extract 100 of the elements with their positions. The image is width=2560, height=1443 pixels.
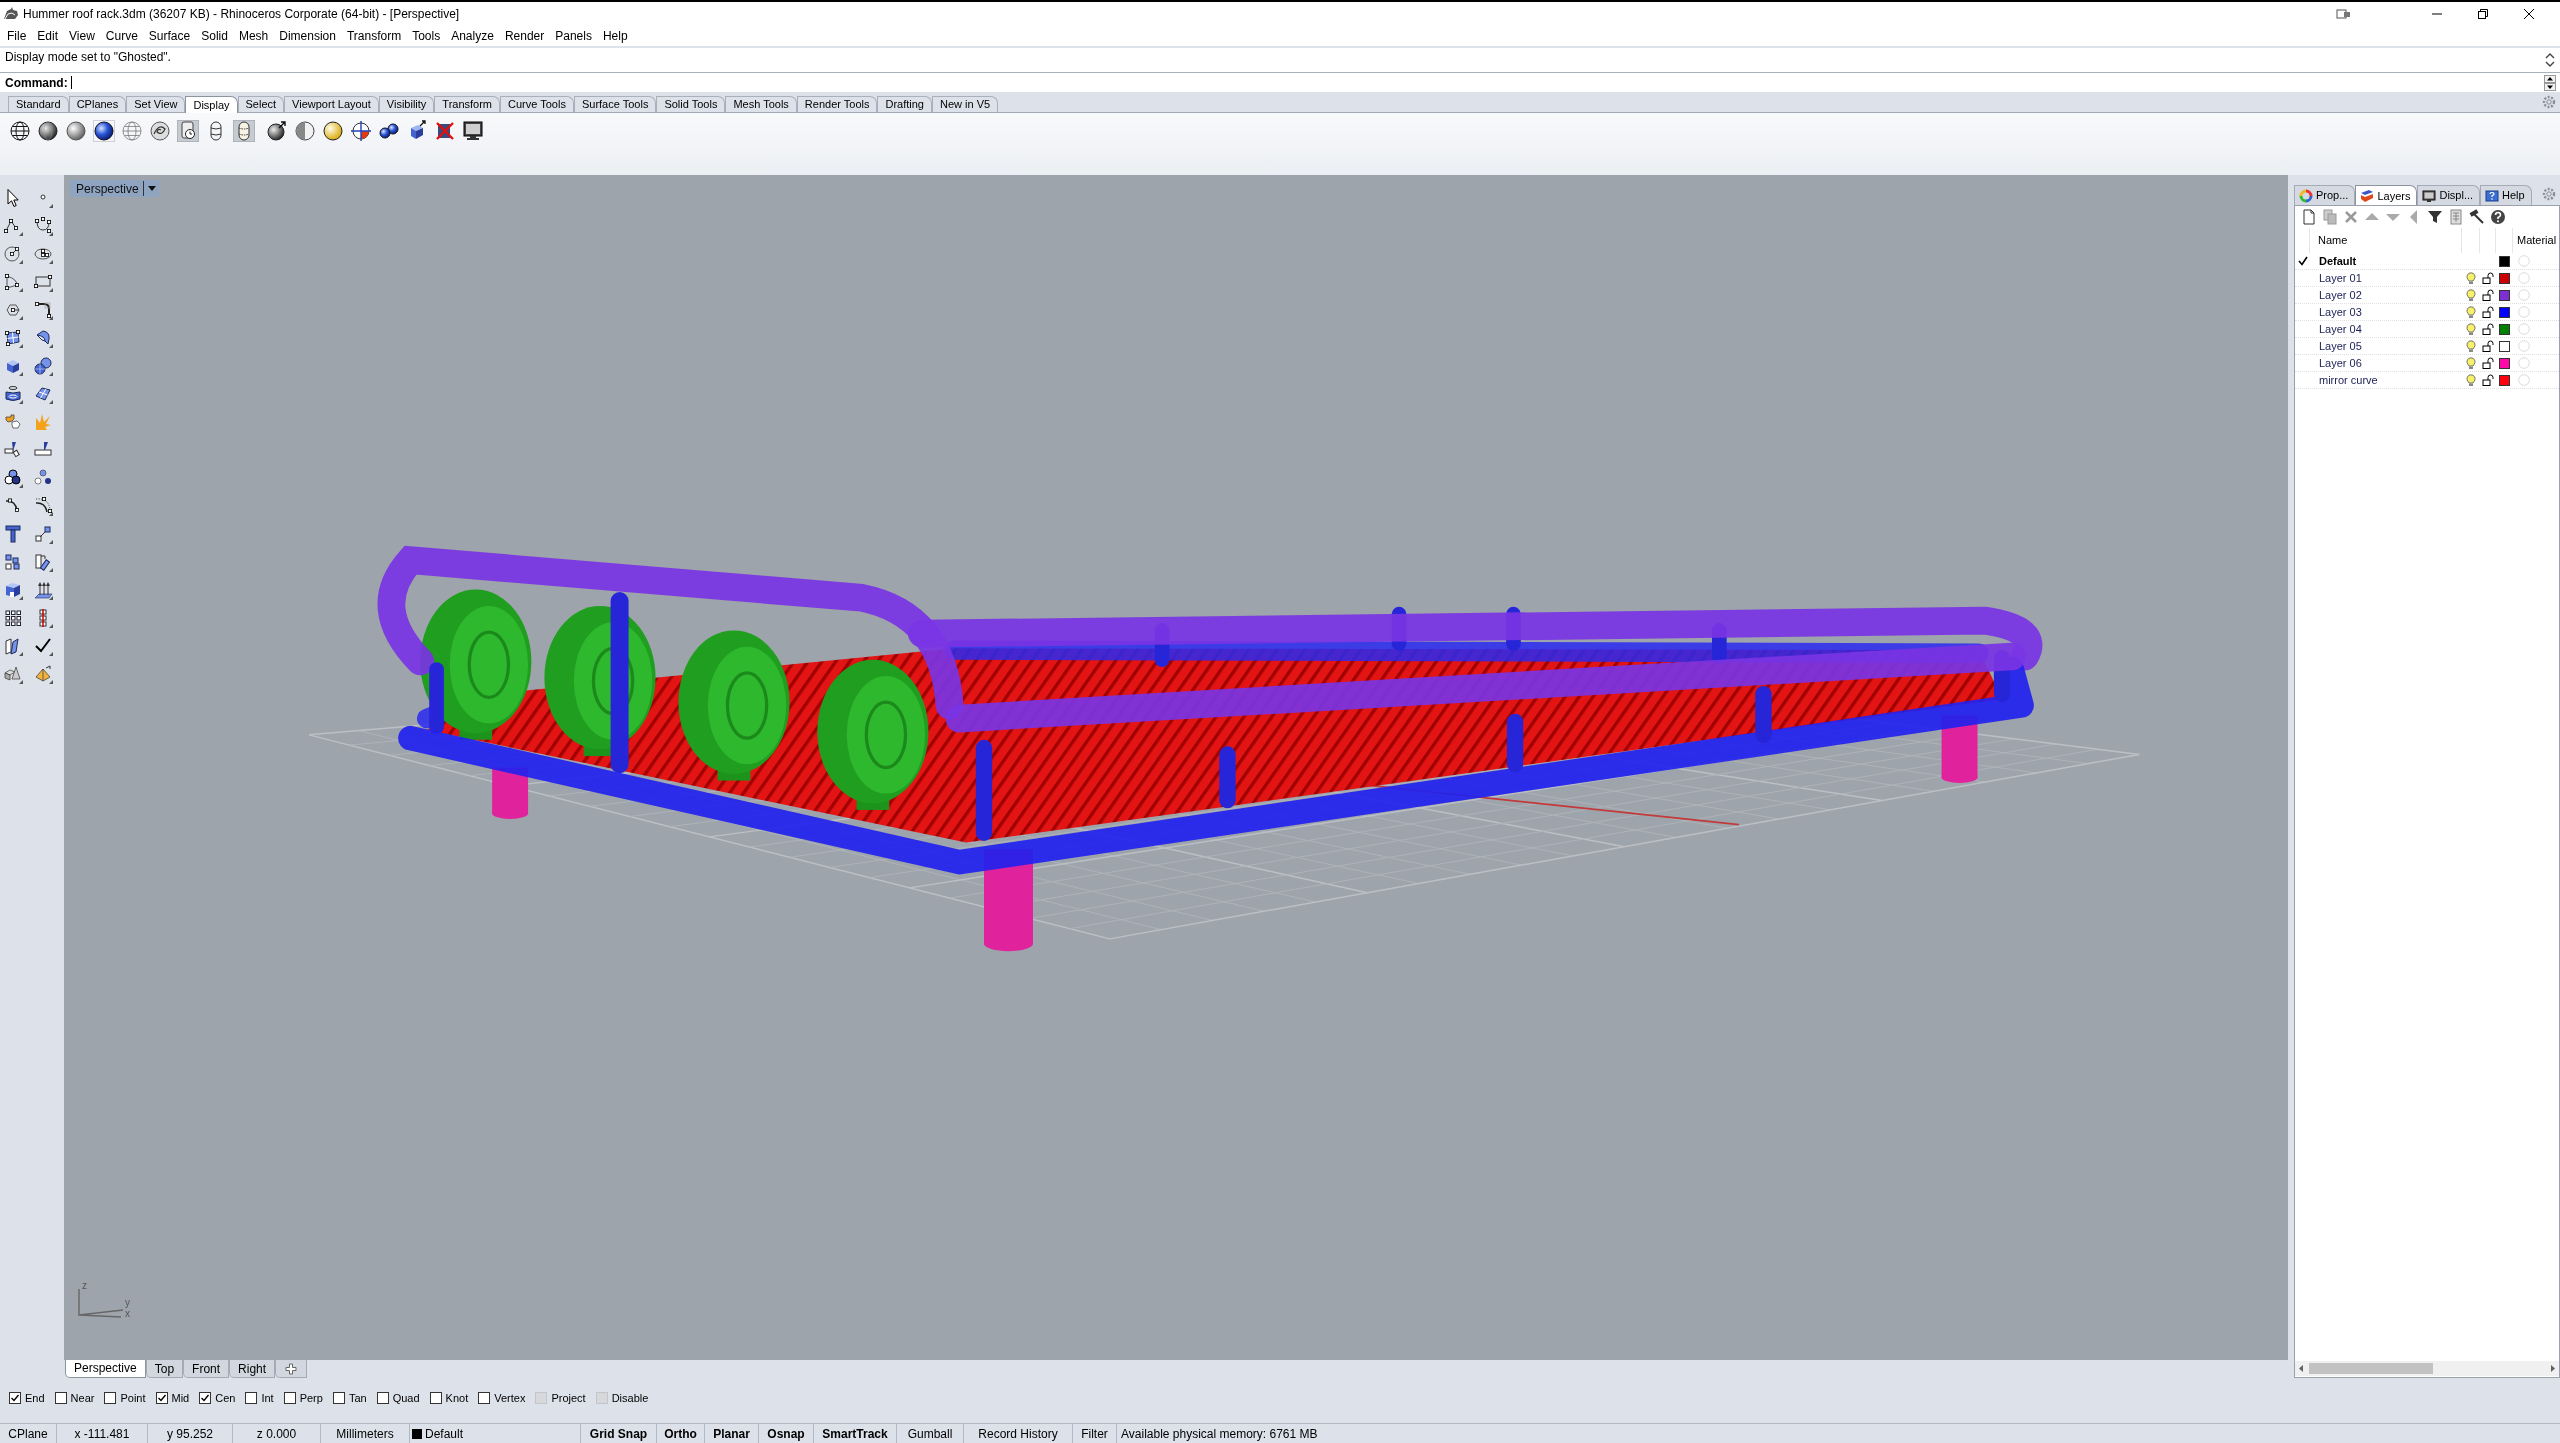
status-toggle[interactable]: SmartTrack	[814, 1424, 897, 1443]
checkbox[interactable]	[376, 1392, 389, 1404]
menu-item[interactable]: Render	[504, 27, 545, 45]
spin-up-icon[interactable]	[2544, 74, 2556, 83]
viewport-tab[interactable]: Top	[145, 1360, 184, 1378]
open-lock-icon[interactable]	[2482, 306, 2494, 318]
layers-icon[interactable]	[2360, 189, 2375, 203]
layer-name[interactable]: Layer 05	[2310, 340, 2462, 352]
help-book-icon[interactable]	[2485, 188, 2500, 203]
status-toggle[interactable]: Gumball	[897, 1424, 964, 1443]
lightbulb-icon[interactable]	[2466, 356, 2476, 370]
layer-name[interactable]: Layer 01	[2310, 272, 2462, 284]
arc-icon[interactable]	[3, 272, 23, 292]
toolbar-tab[interactable]: Surface Tools	[573, 96, 657, 112]
offset-curve-icon[interactable]	[33, 496, 53, 516]
toolbar-tab[interactable]: Drafting	[877, 96, 932, 112]
lightbulb-icon[interactable]	[2466, 373, 2476, 387]
status-toggle[interactable]: Grid Snap	[581, 1424, 657, 1443]
rendered-sphere-icon[interactable]	[93, 120, 115, 142]
checkbox[interactable]	[104, 1392, 117, 1404]
menu-item[interactable]: Help	[602, 27, 628, 45]
chevron-down-icon[interactable]	[2545, 61, 2555, 68]
panel-tab[interactable]: Displ...	[2417, 185, 2481, 205]
rotate-rectangle-icon[interactable]	[33, 552, 53, 572]
toolbar-tab[interactable]: Transform	[434, 96, 501, 112]
capsule-icon[interactable]	[233, 120, 255, 142]
toolbar-tab[interactable]: Select	[237, 96, 285, 112]
menu-item[interactable]: Surface	[148, 27, 191, 45]
panel-tab[interactable]: Prop...	[2294, 185, 2356, 205]
menu-item[interactable]: Curve	[105, 27, 138, 45]
status-toggle[interactable]: Ortho	[657, 1424, 705, 1443]
color-swatch-icon[interactable]	[2499, 357, 2510, 369]
chevron-up-icon[interactable]	[2545, 52, 2555, 59]
current-layer-button[interactable]: Default	[410, 1424, 581, 1443]
grid-document-icon[interactable]	[2448, 209, 2464, 225]
lit-sphere-icon[interactable]	[322, 120, 344, 142]
viewport-tab[interactable]: Right	[229, 1360, 276, 1378]
surface-patch-icon[interactable]	[3, 328, 23, 348]
spin-down-icon[interactable]	[2544, 82, 2556, 91]
scale-squares-icon[interactable]	[33, 524, 53, 544]
checkbox[interactable]	[199, 1392, 212, 1404]
shaded-sphere-icon[interactable]	[37, 120, 59, 142]
arrows-plane-icon[interactable]	[33, 580, 53, 600]
color-swatch-icon[interactable]	[2499, 340, 2510, 352]
filter-icon[interactable]	[2427, 209, 2443, 225]
menu-item[interactable]: Analyze	[451, 27, 494, 45]
toolbar-tab[interactable]: Viewport Layout	[284, 96, 379, 112]
layer-name[interactable]: Layer 06	[2310, 357, 2462, 369]
checkbox[interactable]	[478, 1392, 491, 1404]
tablet-mode-icon[interactable]	[2336, 8, 2352, 20]
toolbar-tab[interactable]: New in V5	[932, 96, 999, 112]
spheres-icon[interactable]	[33, 356, 53, 376]
control-point-curve-icon[interactable]	[33, 216, 53, 236]
menu-item[interactable]: Transform	[346, 27, 402, 45]
half-sphere-icon[interactable]	[294, 120, 316, 142]
circle-icon[interactable]	[3, 244, 23, 264]
solid-block-icon[interactable]	[3, 580, 23, 600]
menu-item[interactable]: File	[7, 27, 27, 45]
lightbulb-icon[interactable]	[2466, 288, 2476, 302]
array-squares-icon[interactable]	[3, 552, 23, 572]
xray-sphere-icon[interactable]	[149, 120, 171, 142]
menu-item[interactable]: Panels	[555, 27, 592, 45]
color-swatch-icon[interactable]	[2499, 272, 2510, 284]
mirror-icon[interactable]	[3, 636, 23, 656]
color-swatch-icon[interactable]	[2499, 255, 2510, 267]
open-lock-icon[interactable]	[2482, 374, 2494, 386]
menu-item[interactable]: Solid	[201, 27, 228, 45]
t-shape-icon[interactable]	[3, 524, 23, 544]
checkbox[interactable]	[245, 1392, 258, 1404]
lightbulb-icon[interactable]	[2466, 305, 2476, 319]
twin-spheres-icon[interactable]	[378, 120, 400, 142]
toolbar-tab[interactable]: Standard	[8, 96, 69, 112]
toolbar-tab[interactable]: CPlanes	[68, 96, 127, 112]
color-swatch-icon[interactable]	[2499, 323, 2510, 335]
plus-icon[interactable]	[285, 1362, 298, 1375]
viewport-tab[interactable]: Perspective	[65, 1359, 146, 1378]
dot-grid-icon[interactable]	[3, 608, 23, 628]
globe-icon[interactable]	[121, 120, 143, 142]
menu-item[interactable]: Dimension	[279, 27, 336, 45]
toolbar-tab[interactable]: Display	[185, 96, 238, 113]
clock-box-icon[interactable]	[177, 120, 199, 142]
wireframe-globe-icon[interactable]	[9, 120, 31, 142]
checkbox[interactable]	[429, 1392, 442, 1404]
command-line-field[interactable]: Command:	[0, 73, 2560, 92]
lightbulb-icon[interactable]	[2466, 271, 2476, 285]
crosshair-sphere-icon[interactable]	[350, 120, 372, 142]
cross-out-icon[interactable]	[434, 120, 456, 142]
sphere-icon[interactable]	[65, 120, 87, 142]
menu-item[interactable]: Tools	[412, 27, 441, 45]
menu-item[interactable]: Edit	[37, 27, 59, 45]
add-tab-button[interactable]	[275, 1360, 308, 1378]
open-lock-icon[interactable]	[2482, 323, 2494, 335]
cplane-button[interactable]: CPlane	[0, 1424, 57, 1443]
close-icon[interactable]	[2524, 9, 2534, 19]
cylinder-icon[interactable]	[3, 384, 23, 404]
puzzle-pieces-icon[interactable]	[3, 412, 23, 432]
checkbox[interactable]	[9, 1392, 21, 1404]
boolean-spheres-icon[interactable]	[3, 468, 23, 488]
caret-icon[interactable]	[147, 186, 156, 191]
column-header[interactable]: Material	[2513, 228, 2559, 253]
